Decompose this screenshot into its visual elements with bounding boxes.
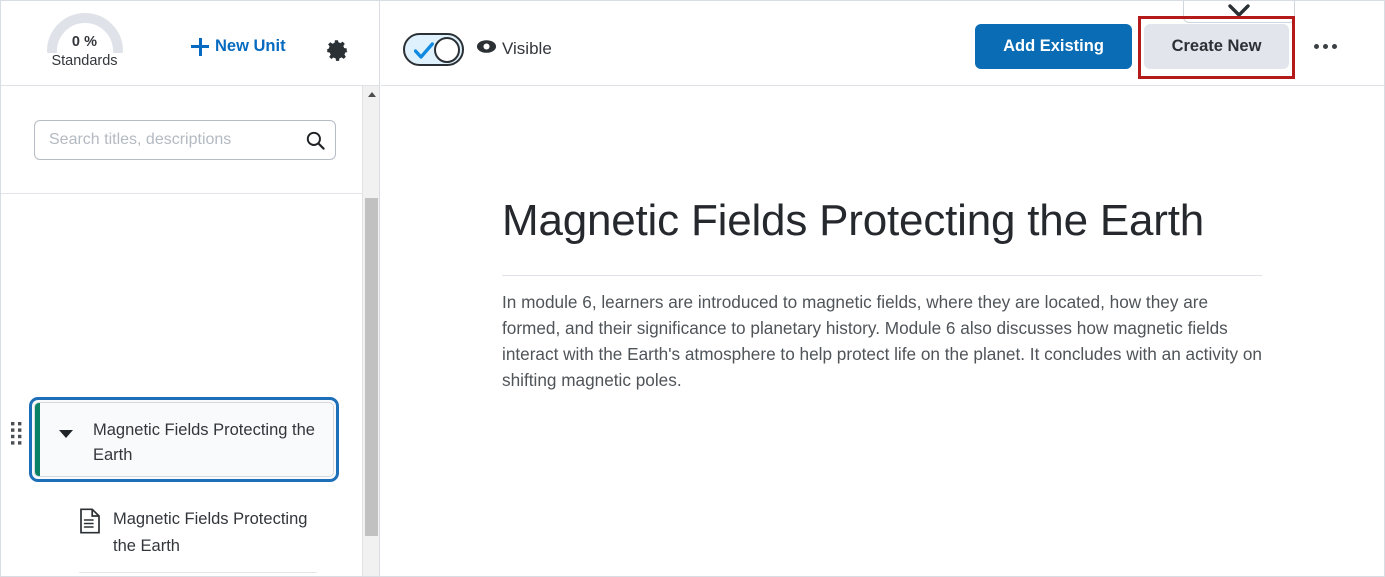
chevron-down-icon <box>1228 4 1250 17</box>
search-submit-button[interactable] <box>295 121 335 159</box>
drag-handle-icon[interactable] <box>9 421 25 447</box>
new-unit-label: New Unit <box>215 37 286 55</box>
right-panel-header: Visible Add Existing Create New <box>381 1 1384 86</box>
tree-unit-inner: Magnetic Fields Protecting the Earth <box>34 402 334 477</box>
list-item-label: Magnetic Fields Protecting the Earth <box>113 510 308 555</box>
course-unit-editor: 0 % Standards New Unit Search titles, de… <box>0 0 1385 577</box>
document-icon <box>80 508 100 534</box>
create-new-button[interactable]: Create New <box>1144 24 1289 69</box>
tree-unit-title: Magnetic Fields Protecting the Earth <box>93 421 315 464</box>
list-divider <box>79 572 317 573</box>
unit-description: In module 6, learners are introduced to … <box>502 292 1262 390</box>
visibility-toggle[interactable] <box>403 33 464 66</box>
search-input[interactable] <box>35 131 295 149</box>
left-panel-scrollbar[interactable] <box>362 86 380 576</box>
list-item[interactable]: Magnetic Fields Protecting the Earth <box>79 505 317 559</box>
settings-button[interactable] <box>324 37 350 63</box>
title-divider <box>502 275 1262 276</box>
search-area <box>1 86 379 194</box>
header-dropdown-button[interactable] <box>1183 1 1295 23</box>
search-box[interactable] <box>34 120 336 160</box>
page-title: Magnetic Fields Protecting the Earth <box>502 196 1205 245</box>
new-unit-button[interactable]: New Unit <box>187 35 290 58</box>
search-icon <box>306 131 325 150</box>
scrollbar-thumb[interactable] <box>365 198 378 536</box>
ellipsis-icon <box>1323 43 1328 49</box>
plus-icon <box>191 37 209 56</box>
scroll-up-arrow-icon[interactable] <box>363 86 380 103</box>
add-existing-button[interactable]: Add Existing <box>975 24 1132 69</box>
ellipsis-icon <box>1314 43 1319 49</box>
right-panel: Visible Add Existing Create New Magnetic… <box>381 1 1384 576</box>
eye-icon <box>476 40 497 53</box>
tree-unit-row-selected[interactable]: Magnetic Fields Protecting the Earth <box>29 397 339 482</box>
ellipsis-icon <box>1332 43 1337 49</box>
more-options-button[interactable] <box>1309 31 1342 61</box>
gauge-percent-value: 0 % <box>71 34 98 50</box>
caret-down-icon[interactable] <box>59 430 73 438</box>
gear-icon <box>327 40 348 61</box>
visible-label: Visible <box>502 39 552 58</box>
left-panel-header: 0 % Standards New Unit <box>1 1 379 86</box>
left-panel: 0 % Standards New Unit Search titles, de… <box>1 1 380 576</box>
check-icon <box>414 42 434 59</box>
toggle-knob-icon <box>434 36 460 63</box>
standards-progress-gauge: 0 % Standards <box>38 7 131 77</box>
unit-accent-bar <box>35 403 40 476</box>
unit-tree: Magnetic Fields Protecting the Earth Mag… <box>1 194 379 576</box>
gauge-label: Standards <box>51 53 118 69</box>
